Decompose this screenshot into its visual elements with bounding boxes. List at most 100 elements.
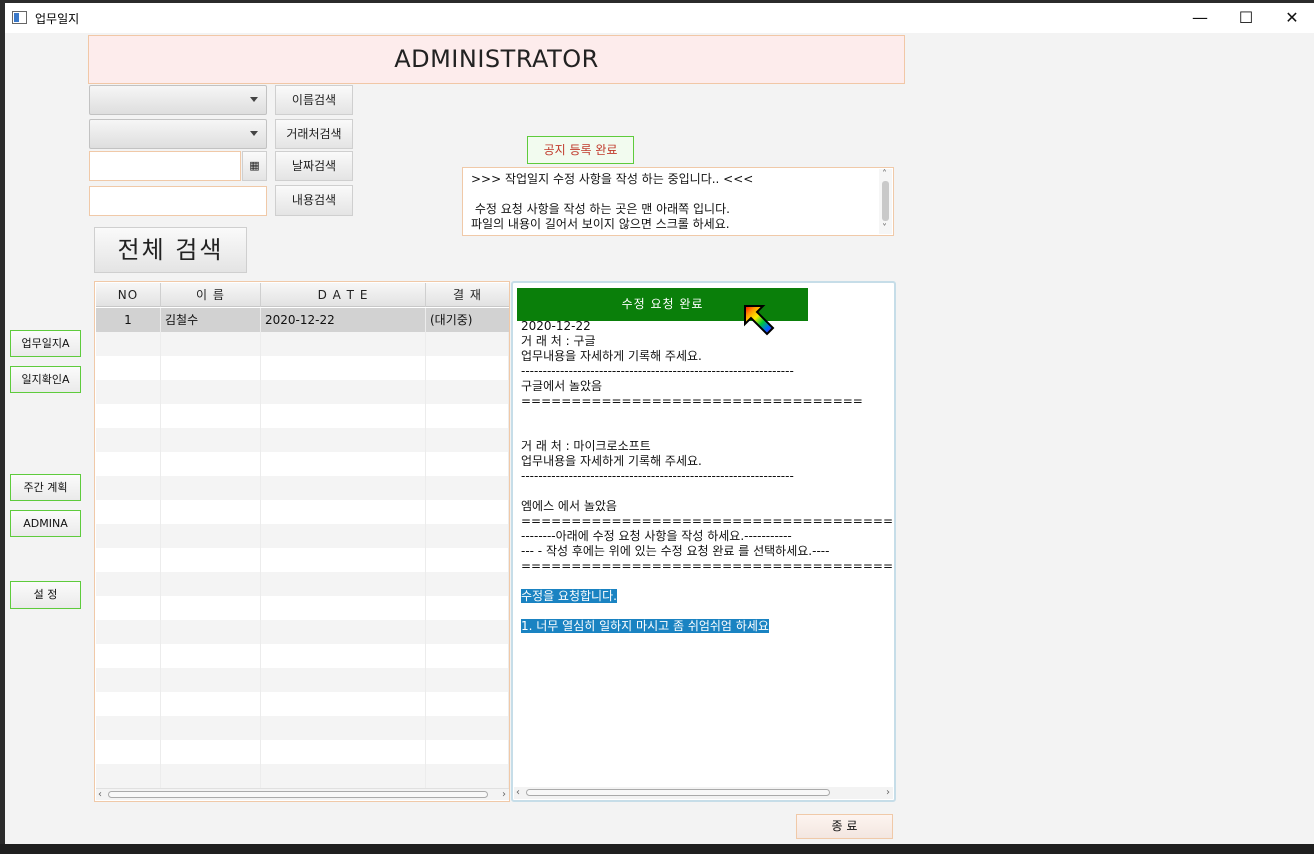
table-row[interactable]	[96, 620, 509, 644]
table-cell	[96, 644, 161, 668]
title-bar: 업무일지 — ☐ ✕	[5, 3, 1314, 33]
maximize-button[interactable]: ☐	[1223, 3, 1269, 33]
table-cell	[426, 332, 509, 356]
table-cell	[261, 572, 426, 596]
table-cell	[261, 524, 426, 548]
detail-line: 업무내용을 자세하게 기록해 주세요.	[521, 454, 702, 468]
table-cell	[161, 452, 261, 476]
table-row[interactable]	[96, 668, 509, 692]
notice-text: >>> 작업일지 수정 사항을 작성 하는 중입니다.. <<< 수정 요청 사…	[471, 172, 754, 231]
detail-line: --- - 작성 후에는 위에 있는 수정 요청 완료 를 선택하세요.----	[521, 544, 830, 558]
table-cell	[261, 380, 426, 404]
calendar-icon[interactable]: ▦	[242, 151, 267, 181]
close-window-button[interactable]: ✕	[1269, 3, 1314, 33]
table-cell	[261, 692, 426, 716]
table-cell	[261, 596, 426, 620]
table-cell	[261, 740, 426, 764]
window-title: 업무일지	[35, 12, 80, 26]
table-row[interactable]	[96, 356, 509, 380]
content-search-button[interactable]: 내용검색	[275, 185, 353, 216]
table-cell	[261, 548, 426, 572]
table-cell	[96, 500, 161, 524]
minimize-button[interactable]: —	[1177, 3, 1223, 33]
sidebar-item-admina[interactable]: ADMINA	[10, 510, 81, 537]
table-row[interactable]	[96, 428, 509, 452]
highlighted-line: 수정을 요청합니다.	[521, 589, 617, 603]
table-cell	[161, 356, 261, 380]
table-cell	[161, 740, 261, 764]
sidebar-item-settings[interactable]: 설 정	[10, 581, 81, 609]
scroll-left-icon[interactable]: ‹	[516, 787, 520, 798]
table-row[interactable]	[96, 572, 509, 596]
search-all-button[interactable]: 전체 검색	[94, 227, 247, 273]
table-cell	[96, 692, 161, 716]
table-row[interactable]	[96, 764, 509, 788]
table-row[interactable]	[96, 692, 509, 716]
scroll-down-icon[interactable]: ˅	[882, 223, 887, 234]
table-cell	[96, 356, 161, 380]
scroll-thumb[interactable]	[882, 181, 889, 221]
table-row[interactable]	[96, 716, 509, 740]
table-cell	[261, 332, 426, 356]
sidebar-item-weekly-plan[interactable]: 주간 계획	[10, 474, 81, 501]
notice-status-button[interactable]: 공지 등록 완료	[527, 136, 634, 164]
detail-horizontal-scrollbar[interactable]: ‹ ›	[514, 787, 893, 799]
table-row[interactable]	[96, 524, 509, 548]
client-select[interactable]	[89, 119, 267, 149]
column-header-name[interactable]: 이 름	[161, 283, 261, 307]
scroll-left-icon[interactable]: ‹	[98, 789, 102, 800]
table-cell	[161, 668, 261, 692]
sidebar-item-work-log[interactable]: 업무일지A	[10, 330, 81, 357]
table-row[interactable]	[96, 596, 509, 620]
table-cell	[96, 404, 161, 428]
scroll-thumb[interactable]	[526, 789, 830, 796]
name-select[interactable]	[89, 85, 267, 115]
notice-scrollbar[interactable]: ˄ ˅	[879, 169, 892, 234]
date-search-button[interactable]: 날짜검색	[275, 151, 353, 181]
name-search-button[interactable]: 이름검색	[275, 85, 353, 115]
detail-line: 엠에스 에서 놀았음	[521, 499, 617, 513]
table-horizontal-scrollbar[interactable]: ‹ ›	[96, 788, 509, 800]
table-row[interactable]	[96, 644, 509, 668]
table-cell	[261, 404, 426, 428]
table-row[interactable]	[96, 452, 509, 476]
table-row[interactable]	[96, 332, 509, 356]
table-cell	[261, 356, 426, 380]
table-row[interactable]	[96, 476, 509, 500]
client-search-button[interactable]: 거래처검색	[275, 119, 353, 149]
table-cell	[261, 476, 426, 500]
table-row[interactable]	[96, 548, 509, 572]
table-cell	[96, 596, 161, 620]
content-input[interactable]	[89, 186, 267, 216]
detail-line: =======================================	[521, 514, 896, 528]
scroll-thumb[interactable]	[108, 791, 488, 798]
table-row[interactable]: 1 김철수 2020-12-22 (대기중)	[96, 308, 509, 332]
background-strip	[0, 844, 1314, 854]
table-row[interactable]	[96, 404, 509, 428]
table-cell	[426, 620, 509, 644]
scroll-right-icon[interactable]: ›	[886, 787, 890, 798]
table-cell	[96, 452, 161, 476]
table-row[interactable]	[96, 740, 509, 764]
table-cell	[426, 476, 509, 500]
sidebar-item-log-check[interactable]: 일지확인A	[10, 366, 81, 393]
notice-textarea[interactable]: >>> 작업일지 수정 사항을 작성 하는 중입니다.. <<< 수정 요청 사…	[462, 167, 894, 236]
exit-button[interactable]: 종 료	[796, 814, 893, 839]
scroll-right-icon[interactable]: ›	[502, 789, 506, 800]
table-row[interactable]	[96, 500, 509, 524]
scroll-up-icon[interactable]: ˄	[882, 169, 887, 180]
detail-line: 1. 너무 열심히 일하지 마시고 좀 쉬엄쉬엄 하세요	[521, 619, 893, 634]
table-cell	[96, 332, 161, 356]
table-cell	[161, 380, 261, 404]
table-cell	[426, 356, 509, 380]
table-cell	[261, 452, 426, 476]
column-header-date[interactable]: D A T E	[261, 283, 426, 307]
column-header-no[interactable]: NO	[96, 283, 161, 307]
app-window: 업무일지 — ☐ ✕ ADMINISTRATOR 이름검색 거래처검색 ▦ 날짜…	[5, 3, 1314, 851]
log-detail-textarea[interactable]: 2020-12-22 거 래 처 : 구글 업무내용을 자세하게 기록해 주세요. -…	[511, 281, 896, 802]
column-header-status[interactable]: 결 재	[426, 283, 509, 307]
date-input[interactable]	[89, 151, 241, 181]
table-row[interactable]	[96, 380, 509, 404]
table-cell	[96, 740, 161, 764]
table-header: NO 이 름 D A T E 결 재	[96, 283, 509, 307]
